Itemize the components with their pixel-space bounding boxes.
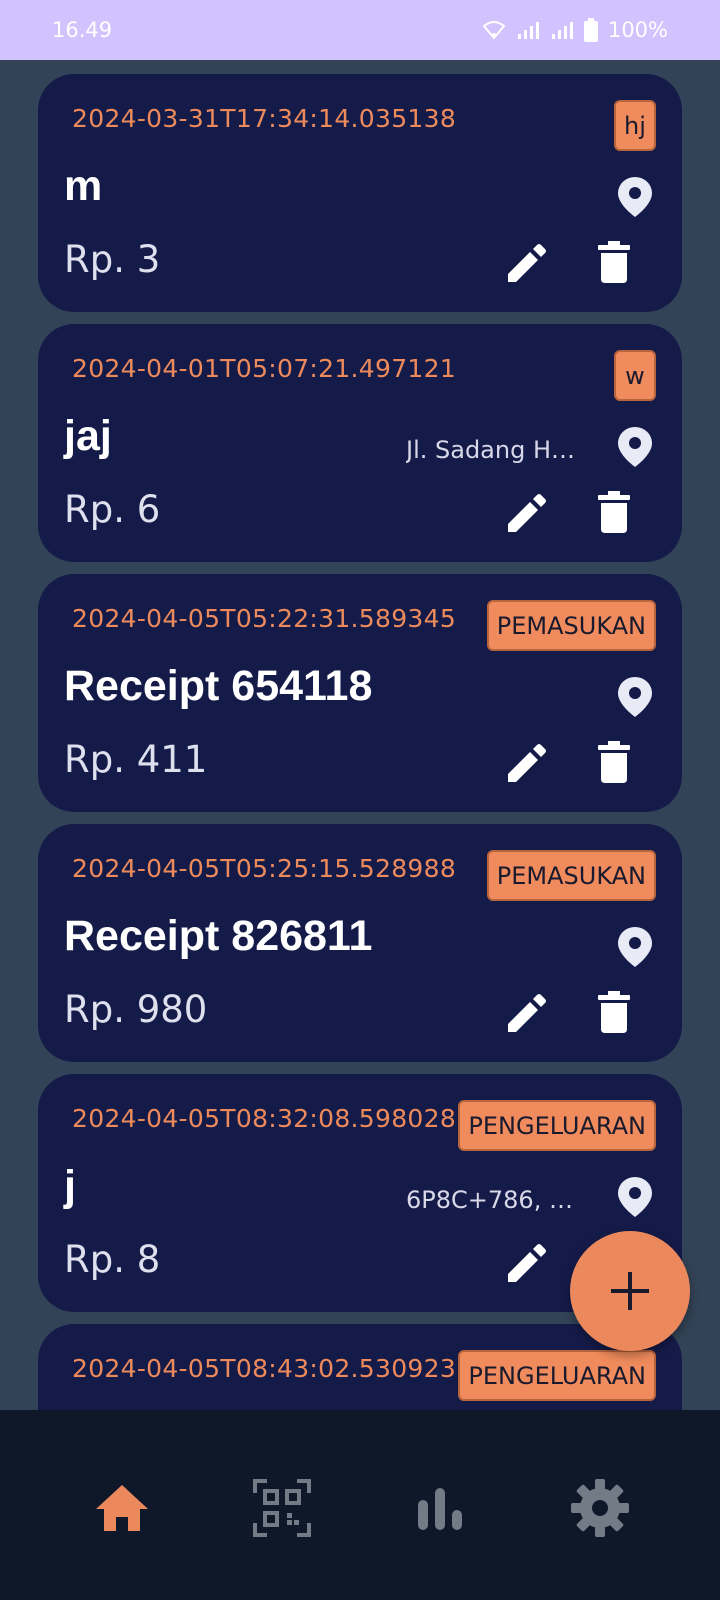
transaction-location: 6P8C+786, Ge... xyxy=(406,1186,586,1214)
edit-icon[interactable] xyxy=(506,1244,546,1284)
bottom-nav xyxy=(0,1410,720,1600)
transaction-timestamp: 2024-04-01T05:07:21.497121 xyxy=(72,354,457,383)
transaction-amount: Rp. 980 xyxy=(64,988,208,1031)
home-icon xyxy=(96,1485,148,1531)
transaction-amount: Rp. 8 xyxy=(64,1238,161,1281)
add-transaction-button[interactable] xyxy=(570,1231,690,1351)
category-badge: PENGELUARAN xyxy=(458,1100,656,1151)
transaction-card[interactable]: 2024-04-05T05:25:15.528988 PEMASUKAN Rec… xyxy=(38,824,682,1062)
transaction-timestamp: 2024-04-05T08:32:08.598028 xyxy=(72,1104,457,1133)
edit-icon[interactable] xyxy=(506,244,546,284)
delete-icon[interactable] xyxy=(598,491,630,533)
location-pin-icon[interactable] xyxy=(618,427,652,467)
transaction-card[interactable]: 2024-04-01T05:07:21.497121 w jaj Jl. Sad… xyxy=(38,324,682,562)
transaction-amount: Rp. 6 xyxy=(64,488,161,531)
qr-scan-icon xyxy=(253,1479,311,1537)
battery-level: 100% xyxy=(607,18,668,42)
transaction-card[interactable]: 2024-03-31T17:34:14.035138 hj m Rp. 3 xyxy=(38,74,682,312)
transaction-title: m xyxy=(64,162,103,210)
transaction-location: Jl. Sadang He... xyxy=(406,436,586,464)
add-icon xyxy=(611,1272,649,1310)
bar-chart-icon xyxy=(418,1488,462,1530)
nav-scan[interactable] xyxy=(250,1476,314,1540)
location-pin-icon[interactable] xyxy=(618,677,652,717)
nav-home[interactable] xyxy=(90,1476,154,1540)
edit-icon[interactable] xyxy=(506,994,546,1034)
category-badge: hj xyxy=(614,100,656,151)
category-badge: w xyxy=(614,350,656,401)
transaction-title: j xyxy=(64,1162,76,1210)
delete-icon[interactable] xyxy=(598,741,630,783)
transaction-timestamp: 2024-04-05T08:43:02.530923 xyxy=(72,1354,457,1383)
nav-settings[interactable] xyxy=(568,1476,632,1540)
edit-icon[interactable] xyxy=(506,494,546,534)
transaction-amount: Rp. 3 xyxy=(64,238,161,281)
category-badge: PENGELUARAN xyxy=(458,1350,656,1401)
location-pin-icon[interactable] xyxy=(618,927,652,967)
location-pin-icon[interactable] xyxy=(618,1177,652,1217)
transaction-title: Receipt 654118 xyxy=(64,662,373,710)
status-bar: 16.49 100% xyxy=(0,0,720,60)
transaction-card[interactable]: 2024-04-05T05:22:31.589345 PEMASUKAN Rec… xyxy=(38,574,682,812)
category-badge: PEMASUKAN xyxy=(486,600,656,651)
transaction-title: Receipt 826811 xyxy=(64,912,373,960)
category-badge: PEMASUKAN xyxy=(486,850,656,901)
transaction-timestamp: 2024-04-05T05:22:31.589345 xyxy=(72,604,457,633)
transaction-amount: Rp. 411 xyxy=(64,738,208,781)
delete-icon[interactable] xyxy=(598,991,630,1033)
transaction-timestamp: 2024-03-31T17:34:14.035138 xyxy=(72,104,457,133)
signal-icon xyxy=(551,22,573,39)
transaction-title: jaj xyxy=(64,412,112,460)
battery-icon xyxy=(583,18,598,42)
status-icons: 100% xyxy=(482,18,668,42)
edit-icon[interactable] xyxy=(506,744,546,784)
gear-icon xyxy=(571,1479,629,1537)
signal-icon xyxy=(517,22,539,39)
wifi-icon xyxy=(482,21,506,40)
delete-icon[interactable] xyxy=(598,241,630,283)
nav-stats[interactable] xyxy=(408,1476,472,1540)
location-pin-icon[interactable] xyxy=(618,177,652,217)
transaction-timestamp: 2024-04-05T05:25:15.528988 xyxy=(72,854,457,883)
status-time: 16.49 xyxy=(52,18,113,42)
